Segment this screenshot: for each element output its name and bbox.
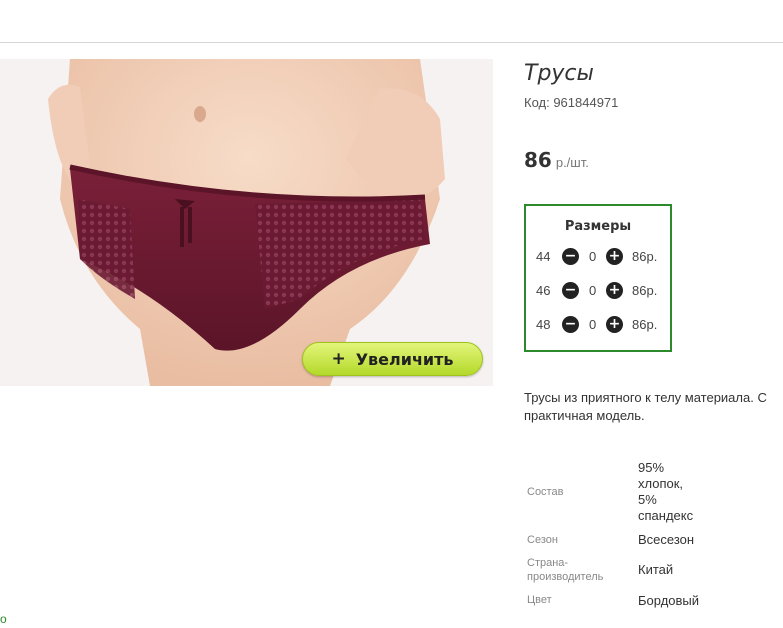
composition-line: спандекс [638,508,694,523]
country-label-line: Страна- [527,557,569,569]
header-divider [0,42,783,43]
product-photo[interactable]: + Увеличить [0,59,493,386]
sizes-title: Размеры [564,219,632,234]
size-price: 86р. [632,249,658,264]
description-line: практичная модель. [524,408,645,423]
partial-link[interactable]: о [0,612,7,626]
composition-line: 95% [638,460,665,475]
product-description: Трусы из приятного к телу материала. С п… [524,389,783,425]
product-title: Трусы [524,61,594,86]
size-price: 86р. [632,283,658,298]
property-label-composition: Состав [527,486,564,498]
size-label: 44 [536,249,551,264]
sizes-panel: Размеры 44 − 0 + 86р. 46 − 0 + 86р. 48 −… [524,204,672,352]
price-value: 86 [524,148,552,172]
price-unit: р./шт. [555,155,589,170]
size-price: 86р. [632,317,658,332]
property-label-season: Сезон [527,534,558,546]
product-code: Код: 961844971 [524,95,619,110]
property-label-color: Цвет [527,594,552,606]
plus-icon[interactable]: + [606,316,623,333]
plus-icon[interactable]: + [606,282,623,299]
property-value-composition: 95% хлопок, 5% спандекс [638,460,693,524]
country-label-line: производитель [527,571,604,583]
composition-line: хлопок, [638,476,684,491]
composition-line: 5% [638,492,657,507]
plus-icon: + [331,349,346,369]
property-value-season: Всесезон [638,532,695,547]
minus-icon[interactable]: − [562,282,579,299]
minus-icon[interactable]: − [562,248,579,265]
property-label-country: Страна- производитель [527,556,603,584]
size-label: 46 [536,283,551,298]
zoom-button[interactable]: + Увеличить [302,342,483,376]
product-photo-image [0,59,493,386]
product-price: 86 р./шт. [524,148,589,172]
size-row: 44 − 0 + 86р. [526,247,670,267]
description-line: Трусы из приятного к телу материала. С [524,390,767,405]
size-row: 48 − 0 + 86р. [526,315,670,335]
size-row: 46 − 0 + 86р. [526,281,670,301]
plus-icon[interactable]: + [606,248,623,265]
size-label: 48 [536,317,551,332]
property-value-country: Китай [638,562,674,577]
zoom-button-label: Увеличить [355,349,454,369]
minus-icon[interactable]: − [562,316,579,333]
property-value-color: Бордовый [638,593,700,608]
size-quantity: 0 [589,317,597,332]
size-quantity: 0 [589,283,597,298]
size-quantity: 0 [589,249,597,264]
